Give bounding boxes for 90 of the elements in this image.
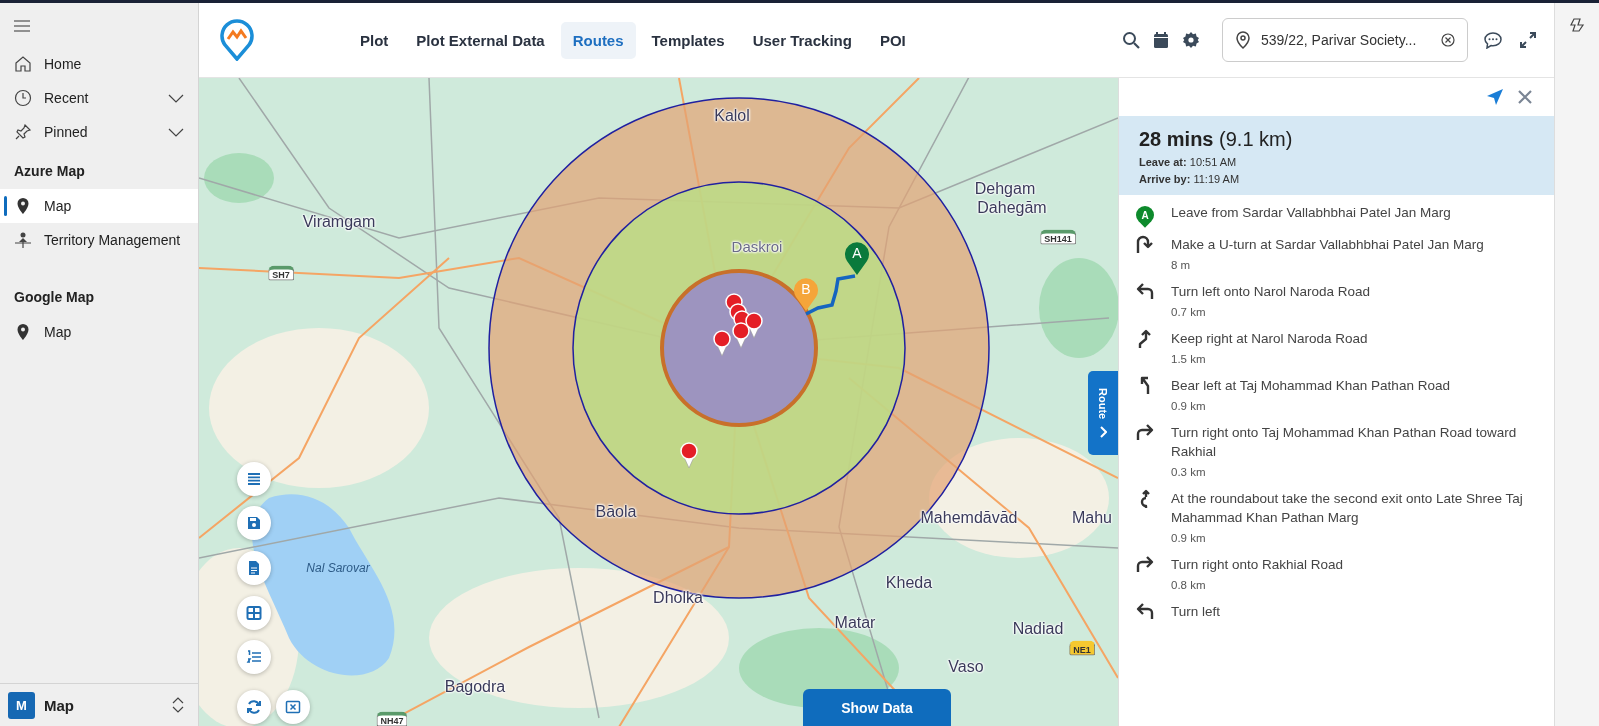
- grid-icon: [246, 605, 262, 621]
- section-heading: Google Map: [13, 288, 96, 307]
- right-arrow-icon: [1137, 424, 1153, 441]
- save-icon: [246, 515, 262, 531]
- lake-label: Nal Sarovar: [306, 561, 370, 575]
- chat-icon[interactable]: [1484, 31, 1502, 49]
- keep-right-arrow-icon: [1139, 330, 1151, 349]
- place-label: Vaso: [948, 658, 984, 676]
- chevron-icon: [1099, 425, 1107, 438]
- map-pin-icon[interactable]: [680, 442, 698, 469]
- place-label: Dehgam: [974, 180, 1036, 198]
- sidebar-item[interactable]: Recent: [0, 81, 198, 115]
- road-number: SH141: [1040, 229, 1076, 245]
- location-field[interactable]: 539/22, Parivar Society...: [1222, 18, 1468, 62]
- location-pin-icon: [1235, 31, 1251, 49]
- nav-tab[interactable]: Routes: [560, 21, 636, 59]
- navigation-arrow-icon[interactable]: [1486, 88, 1504, 106]
- route-tab[interactable]: Route: [1088, 371, 1118, 455]
- search-icon[interactable]: [1122, 31, 1140, 49]
- logo-icon: [219, 19, 255, 61]
- step-instruction: Keep right at Narol Naroda Road: [1171, 330, 1368, 348]
- up-down-chevron-icon[interactable]: [172, 697, 184, 713]
- step-instruction: Bear left at Taj Mohammad Khan Pathan Road: [1171, 377, 1450, 395]
- roundabout-arrow-icon: [1140, 490, 1150, 509]
- place-label: Mahu: [1072, 509, 1112, 527]
- step-instruction: Make a U-turn at Sardar Vallabhbhai Patel Jan Marg: [1171, 236, 1484, 254]
- refresh-icon: [246, 699, 262, 715]
- nav-tab[interactable]: Plot: [348, 21, 401, 59]
- home-icon: [14, 55, 32, 73]
- copilot-icon[interactable]: [1569, 17, 1585, 33]
- place-label: Kheda: [885, 574, 933, 592]
- road-number: SH7: [268, 265, 294, 281]
- section-heading: Azure Map: [13, 162, 86, 181]
- road-number: NH47: [376, 711, 408, 726]
- route-duration: 28 mins (9.1 km): [1139, 128, 1294, 151]
- close-icon[interactable]: [1518, 90, 1532, 104]
- bear-left-arrow-icon: [1141, 377, 1149, 395]
- step-instruction: At the roundabout take the second exit onto Late Shree Taj Mahammad Khan Pathan Marg: [1171, 490, 1524, 527]
- expand-icon[interactable]: [1520, 32, 1536, 48]
- step-distance: 0.9 km: [1171, 400, 1207, 412]
- nav-tab[interactable]: Plot External Data: [404, 21, 557, 59]
- list-icon: [246, 471, 262, 487]
- step-distance: 8 m: [1171, 259, 1192, 271]
- place-label: Bāola: [595, 503, 637, 521]
- left-arrow-icon: [1137, 283, 1153, 300]
- sidebar-item[interactable]: Map: [0, 189, 198, 223]
- step-distance: 0.7 km: [1171, 306, 1207, 318]
- arrive-time: Arrive by: 11:19 AM: [1139, 173, 1241, 185]
- place-label: Nadiad: [1012, 620, 1064, 638]
- place-label: Dahegām: [977, 199, 1047, 217]
- area-avatar: M: [8, 691, 35, 719]
- leave-time: Leave at: 10:51 AM: [1139, 156, 1238, 168]
- sidebar-item[interactable]: Map: [0, 315, 198, 349]
- menu-icon[interactable]: [14, 20, 30, 32]
- step-instruction: Turn right onto Rakhial Road: [1171, 556, 1344, 574]
- step-instruction: Turn left onto Narol Naroda Road: [1171, 283, 1371, 301]
- settings-icon[interactable]: [1182, 31, 1200, 49]
- pin-icon: [14, 123, 32, 141]
- nav-tab[interactable]: POI: [867, 21, 918, 59]
- place-label: Daskroi: [731, 237, 783, 255]
- place-label: Matar: [834, 614, 876, 632]
- sidebar-item[interactable]: Territory Management: [0, 223, 198, 257]
- step-instruction: Turn left: [1171, 603, 1221, 621]
- step-distance: 0.9 km: [1171, 532, 1207, 544]
- area-label: Map: [44, 696, 75, 714]
- place-label: Mahemdāvād: [920, 509, 1018, 527]
- clock-icon: [14, 89, 32, 107]
- clear-icon: [285, 699, 301, 715]
- place-label: Kalol: [714, 107, 750, 125]
- step-distance: 0.3 km: [1171, 466, 1207, 478]
- place-label: Viramgam: [302, 213, 376, 231]
- show-data-button[interactable]: Show Data: [803, 689, 951, 726]
- territory-icon: [14, 231, 32, 249]
- left-arrow-icon: [1137, 603, 1153, 620]
- clear-icon[interactable]: [1441, 33, 1455, 47]
- step-instruction: Leave from Sardar Vallabhbhai Patel Jan Marg: [1171, 204, 1451, 222]
- right-arrow-icon: [1137, 556, 1153, 573]
- calendar-icon[interactable]: [1153, 31, 1169, 49]
- route-marker[interactable]: A: [844, 240, 870, 276]
- sidebar-item[interactable]: Pinned: [0, 115, 198, 149]
- uturn-arrow-icon: [1137, 236, 1153, 254]
- numbered-list-icon: [246, 649, 262, 665]
- nav-tab[interactable]: Templates: [639, 21, 737, 59]
- document-icon: [246, 560, 262, 576]
- step-instruction: Turn right onto Taj Mohammad Khan Pathan Road toward Rakhial: [1171, 424, 1518, 461]
- nav-tab[interactable]: User Tracking: [740, 21, 864, 59]
- step-distance: 1.5 km: [1171, 353, 1207, 365]
- step-distance: 0.8 km: [1171, 579, 1207, 591]
- sidebar-item[interactable]: Home: [0, 47, 198, 81]
- road-number: NE1: [1069, 640, 1095, 656]
